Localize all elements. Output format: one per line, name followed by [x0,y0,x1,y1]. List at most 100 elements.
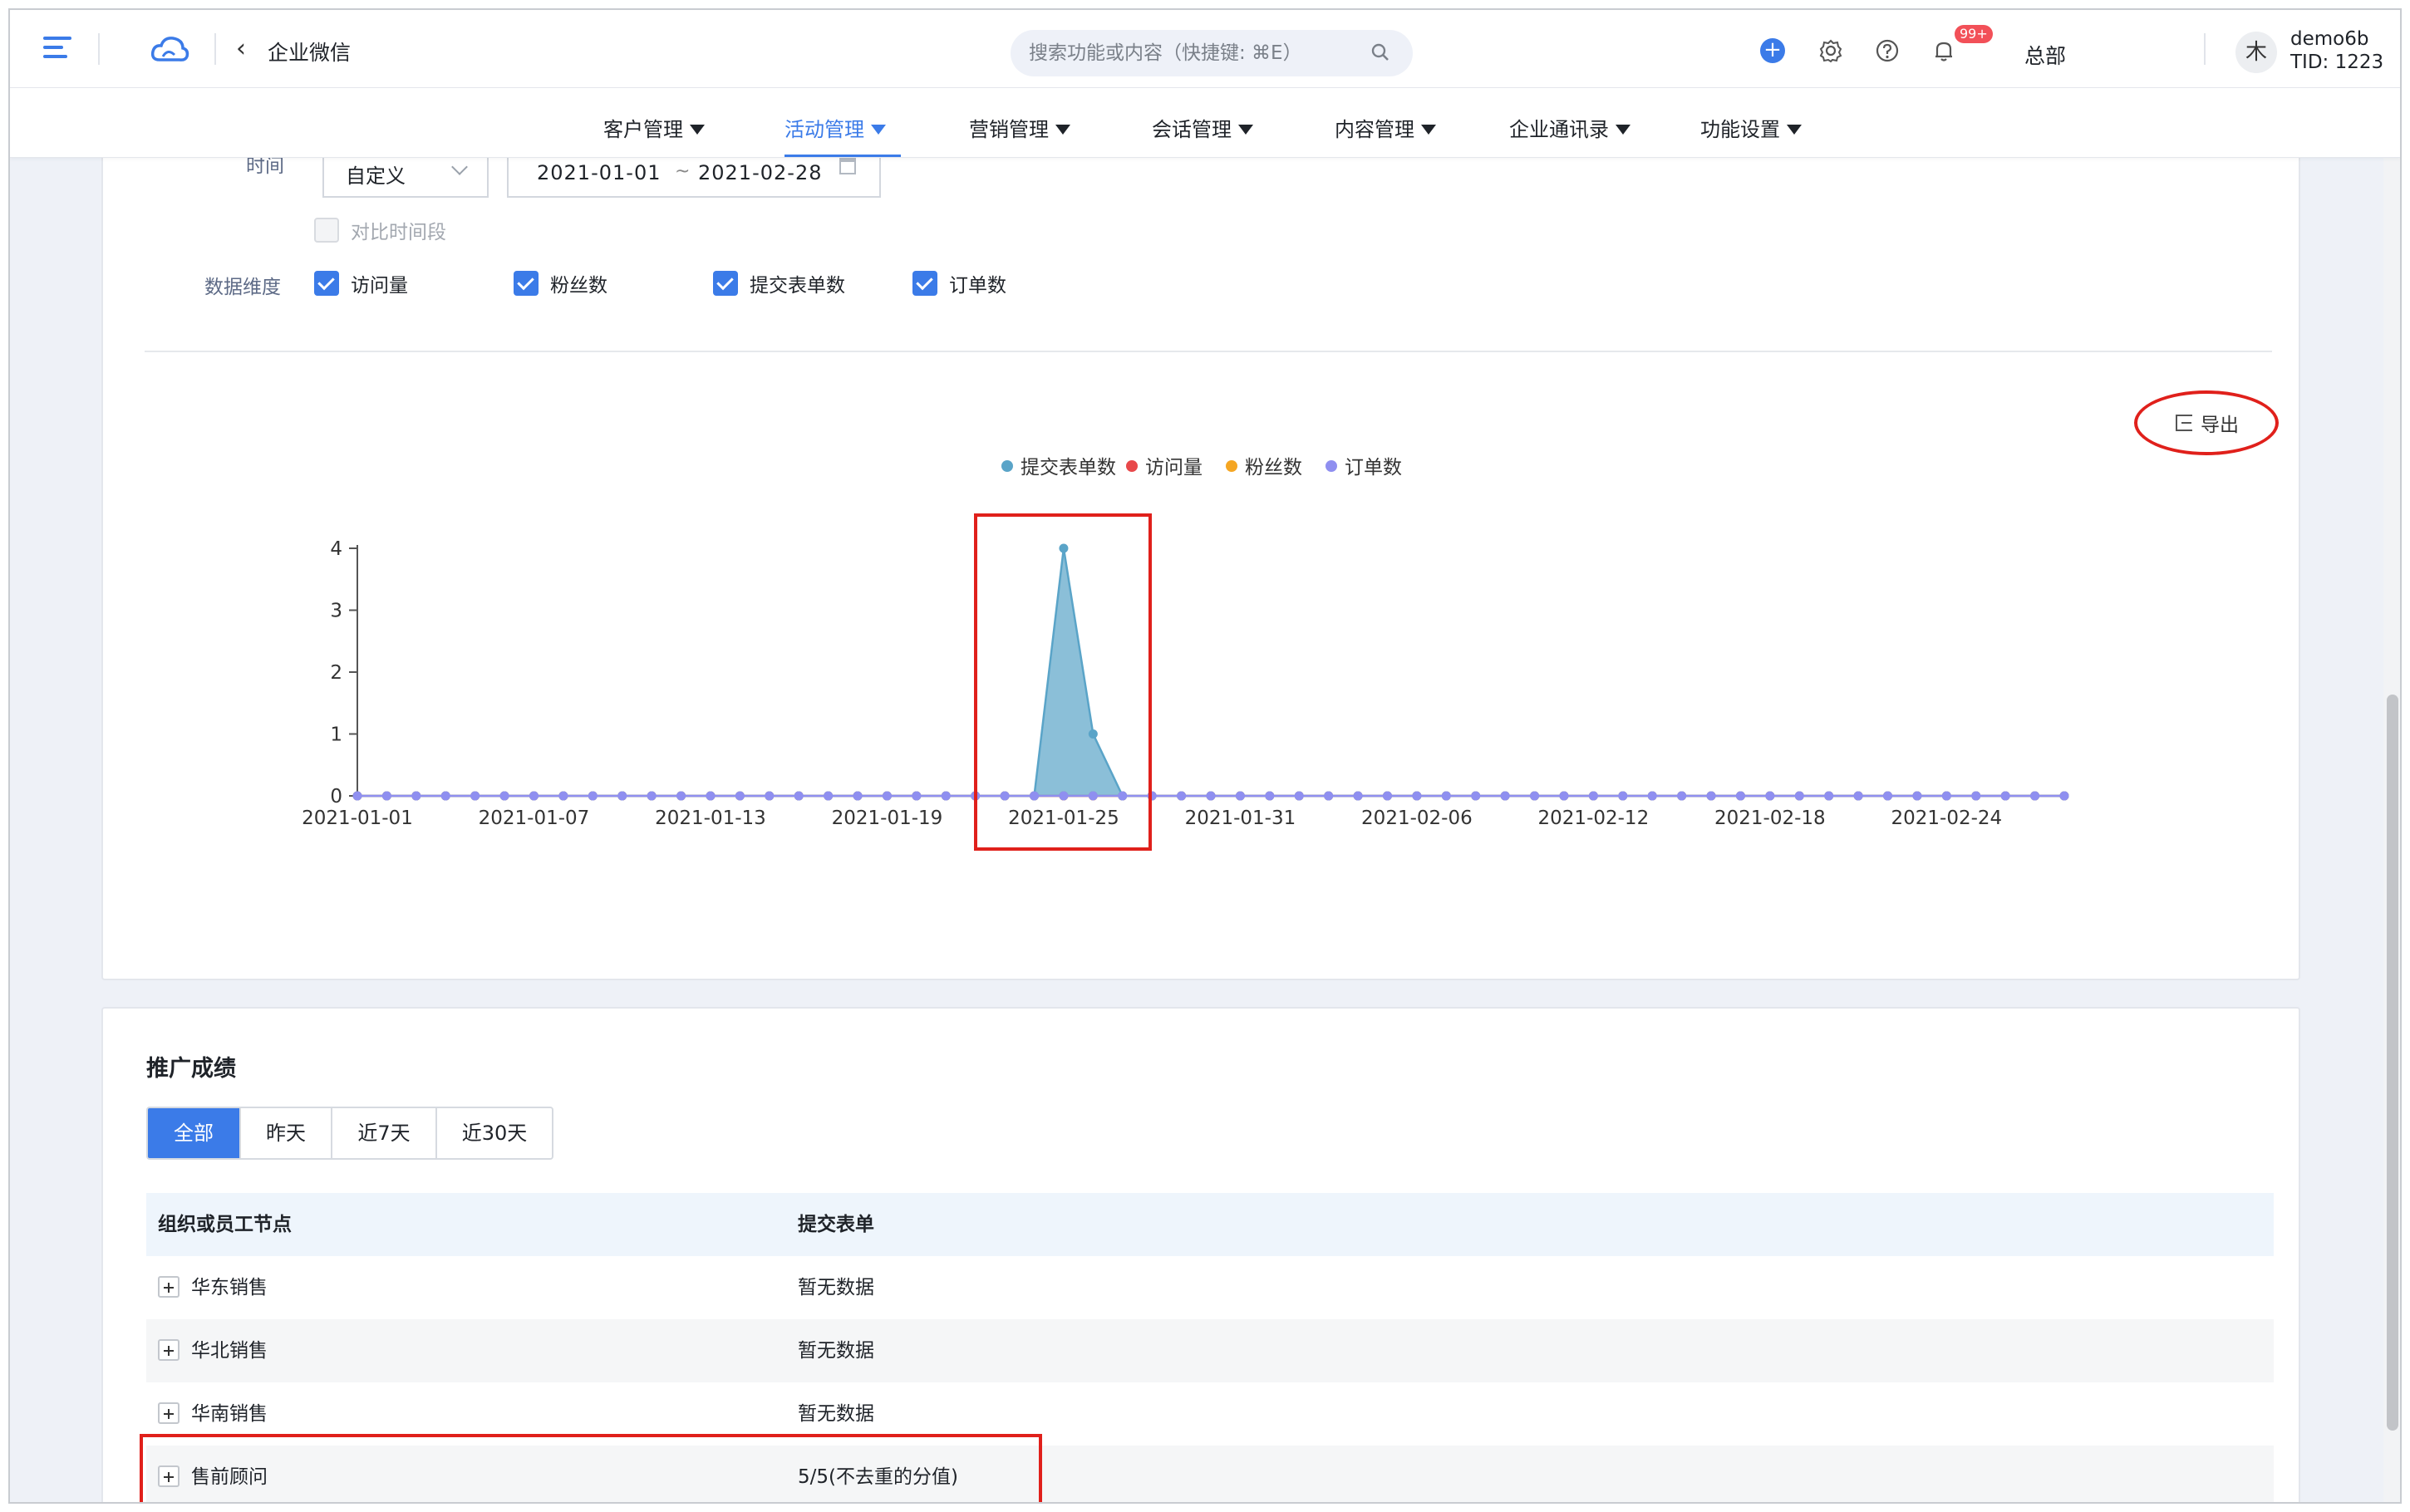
data-point [1206,791,1216,801]
y-tick-label: 4 [330,538,342,560]
data-point [941,791,951,801]
x-tick-label: 2021-02-06 [1361,808,1473,829]
x-tick-label: 2021-01-13 [655,808,766,829]
data-point [1471,791,1481,801]
nav-item-customer[interactable]: 客户管理 [603,113,705,142]
checkbox-unchecked[interactable] [314,218,339,243]
data-point [1618,791,1628,801]
data-point [2030,791,2040,801]
data-point [617,791,627,801]
x-tick-label: 2021-01-31 [1185,808,1296,829]
dimension-fans-checkbox[interactable]: 粉丝数 [514,269,607,297]
nav-item-activity[interactable]: 活动管理 [784,113,886,142]
notification-count-badge: 99+ [1955,25,1993,43]
data-point [499,791,509,801]
data-point [1059,791,1069,801]
data-point [2000,791,2010,801]
dimension-visits-checkbox[interactable]: 访问量 [314,269,408,297]
back-chevron-icon[interactable]: ‹ [236,37,261,61]
data-point [440,791,450,801]
settings-gear-icon[interactable] [1818,38,1843,63]
x-tick-label: 2021-01-01 [302,808,413,829]
legend-marker [1001,460,1013,472]
data-point [1088,729,1098,739]
user-tid: TID: 1223 [2290,52,2384,73]
period-tab-yesterday[interactable]: 昨天 [239,1108,331,1158]
nav-item-label: 营销管理 [969,118,1049,141]
header-divider [214,33,216,65]
app-window: ‹ 企业微信 + 99+ 总部 木 demo6b TID: 1223 [8,8,2402,1504]
data-point [1647,791,1657,801]
data-point [558,791,568,801]
expand-plus-icon[interactable] [158,1338,180,1361]
user-name[interactable]: demo6b [2290,28,2368,50]
data-point [706,791,716,801]
dimension-forms-checkbox[interactable]: 提交表单数 [713,269,845,297]
checkbox-checked[interactable] [713,271,738,296]
checkbox-checked[interactable] [514,271,539,296]
x-tick-label: 2021-01-19 [832,808,943,829]
nav-item-content[interactable]: 内容管理 [1335,113,1436,142]
x-tick-label: 2021-02-18 [1714,808,1826,829]
nav-item-conversation[interactable]: 会话管理 [1152,113,1253,142]
data-point [1265,791,1275,801]
calendar-icon[interactable] [839,158,856,174]
period-tab-all[interactable]: 全部 [148,1108,239,1158]
chart-card [101,135,2300,980]
data-point [647,791,657,801]
data-point [1382,791,1392,801]
help-question-icon[interactable] [1875,38,1900,63]
period-tab-30days[interactable]: 近30天 [435,1108,552,1158]
active-tab-indicator [784,155,901,157]
checkbox-checked[interactable] [912,271,937,296]
data-point [1530,791,1540,801]
nav-item-settings[interactable]: 功能设置 [1700,113,1802,142]
period-tab-7days[interactable]: 近7天 [331,1108,435,1158]
row-highlight-annotation [140,1434,1042,1502]
expand-plus-icon[interactable] [158,1402,180,1424]
data-point [470,791,480,801]
legend-marker [1326,460,1337,472]
nav-item-marketing[interactable]: 营销管理 [969,113,1070,142]
scrollbar-thumb[interactable] [2387,695,2398,1431]
row-value: 暂无数据 [798,1277,874,1298]
y-tick-label: 3 [330,601,342,622]
nav-item-label: 活动管理 [784,118,864,141]
column-header-node: 组织或员工节点 [158,1214,292,1235]
data-point [765,791,775,801]
y-tick-label: 0 [330,786,342,808]
compare-period-checkbox[interactable]: 对比时间段 [314,216,446,244]
nav-item-label: 功能设置 [1700,118,1780,141]
search-icon[interactable] [1371,43,1389,61]
data-point [2059,791,2069,801]
caret-down-icon [1421,125,1436,135]
data-point [1706,791,1716,801]
org-switcher[interactable]: 总部 [2024,40,2066,70]
nav-item-label: 客户管理 [603,118,683,141]
avatar[interactable]: 木 [2235,32,2277,73]
data-point [1794,791,1804,801]
x-tick-label: 2021-01-25 [1008,808,1119,829]
nav-item-label: 企业通讯录 [1509,118,1609,141]
data-point [1088,791,1098,801]
expand-plus-icon[interactable] [158,1275,180,1298]
legend-marker [1126,460,1138,472]
data-point [1059,543,1069,553]
data-point [529,791,539,801]
dimension-orders-checkbox[interactable]: 订单数 [912,269,1006,297]
add-plus-icon[interactable]: + [1760,38,1785,63]
data-point [1853,791,1863,801]
page-scrollbar[interactable] [2383,158,2400,1502]
data-point [1412,791,1422,801]
legend-label: 粉丝数 [1245,457,1302,479]
search-input[interactable] [1029,38,1345,68]
notification-bell-icon[interactable] [1931,38,1956,63]
row-node-name: 华南销售 [191,1403,268,1425]
wecom-cloud-logo-icon[interactable] [150,33,189,66]
nav-item-directory[interactable]: 企业通讯录 [1509,113,1630,142]
global-search[interactable] [1011,30,1413,76]
app-title: 企业微信 [268,41,352,65]
checkbox-checked[interactable] [314,271,339,296]
hamburger-menu-icon[interactable] [43,37,71,61]
dimension-fans-label: 粉丝数 [550,275,607,297]
